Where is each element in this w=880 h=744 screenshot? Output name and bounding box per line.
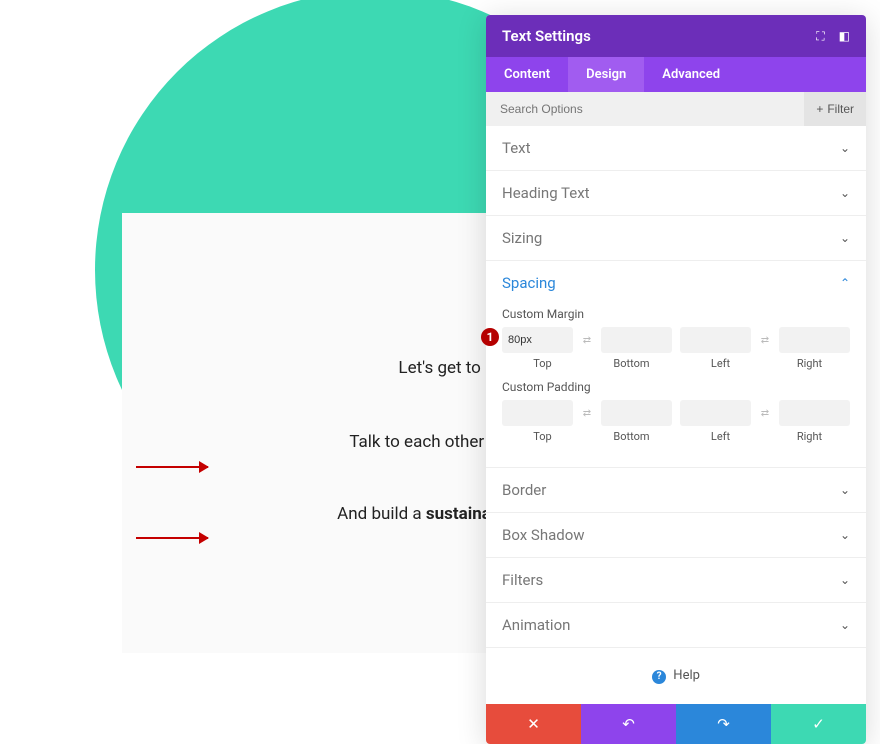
chevron-down-icon: ⌄ [840, 231, 850, 245]
chevron-down-icon: ⌄ [840, 186, 850, 200]
section-header-animation[interactable]: Animation ⌄ [486, 603, 866, 647]
section-label-boxshadow: Box Shadow [502, 526, 585, 544]
margin-bottom-input[interactable] [601, 327, 672, 353]
section-filters: Filters ⌄ [486, 558, 866, 603]
save-button[interactable]: ✓ [771, 704, 866, 744]
help-label: Help [673, 668, 700, 683]
label-left: Left [680, 357, 761, 370]
section-label-spacing: Spacing [502, 274, 556, 292]
section-label-animation: Animation [502, 616, 570, 634]
undo-button[interactable]: ↶ [581, 704, 676, 744]
padding-sub-labels: Top Bottom Left Right [502, 430, 850, 443]
section-label-filters: Filters [502, 571, 543, 589]
section-header-heading[interactable]: Heading Text ⌄ [486, 171, 866, 215]
margin-left-input[interactable] [680, 327, 751, 353]
cancel-button[interactable]: ✕ [486, 704, 581, 744]
expand-icon[interactable]: ⛶ [816, 29, 824, 44]
tab-content[interactable]: Content [486, 57, 568, 92]
annotation-arrow-2 [136, 537, 208, 539]
chevron-down-icon: ⌄ [840, 618, 850, 632]
label-top: Top [502, 430, 583, 443]
label-left: Left [680, 430, 761, 443]
section-label-sizing: Sizing [502, 229, 542, 247]
settings-panel: Text Settings ⛶ ◧ Content Design Advance… [486, 15, 866, 744]
padding-bottom-input[interactable] [601, 400, 672, 426]
search-row: + Filter [486, 92, 866, 126]
section-border: Border ⌄ [486, 468, 866, 513]
custom-padding-label: Custom Padding [502, 380, 850, 394]
chevron-down-icon: ⌄ [840, 573, 850, 587]
label-top: Top [502, 357, 583, 370]
snap-icon[interactable]: ◧ [839, 29, 850, 44]
chevron-down-icon: ⌄ [840, 483, 850, 497]
section-text: Text ⌄ [486, 126, 866, 171]
section-boxshadow: Box Shadow ⌄ [486, 513, 866, 558]
label-bottom: Bottom [591, 357, 672, 370]
panel-footer: ✕ ↶ ↷ ✓ [486, 704, 866, 744]
section-label-border: Border [502, 481, 546, 499]
section-label-heading: Heading Text [502, 184, 590, 202]
margin-input-row: ⇄ ⇄ [502, 327, 850, 353]
panel-header-actions: ⛶ ◧ [816, 29, 850, 44]
margin-sub-labels: Top Bottom Left Right [502, 357, 850, 370]
redo-button[interactable]: ↷ [676, 704, 771, 744]
padding-input-row: ⇄ ⇄ [502, 400, 850, 426]
link-icon[interactable]: ⇄ [577, 400, 597, 426]
section-spacing: Spacing ⌃ Custom Margin ⇄ ⇄ [486, 261, 866, 468]
padding-top-input[interactable] [502, 400, 573, 426]
link-icon[interactable]: ⇄ [755, 400, 775, 426]
annotation-arrow-1 [136, 466, 208, 468]
label-right: Right [769, 357, 850, 370]
section-label-text: Text [502, 139, 531, 157]
chevron-down-icon: ⌄ [840, 141, 850, 155]
plus-icon: + [816, 102, 823, 116]
chevron-up-icon: ⌃ [840, 276, 850, 290]
tab-advanced[interactable]: Advanced [644, 57, 738, 92]
section-header-filters[interactable]: Filters ⌄ [486, 558, 866, 602]
custom-margin-label: Custom Margin [502, 307, 850, 321]
content-line-3-prefix: And build a [337, 504, 426, 524]
section-header-border[interactable]: Border ⌄ [486, 468, 866, 512]
link-icon[interactable]: ⇄ [577, 327, 597, 353]
spacing-body: Custom Margin ⇄ ⇄ Top Bottom [486, 307, 866, 467]
filter-label: Filter [827, 102, 854, 116]
section-header-boxshadow[interactable]: Box Shadow ⌄ [486, 513, 866, 557]
section-animation: Animation ⌄ [486, 603, 866, 648]
padding-right-input[interactable] [779, 400, 850, 426]
panel-title: Text Settings [502, 27, 591, 45]
section-header-sizing[interactable]: Sizing ⌄ [486, 216, 866, 260]
label-bottom: Bottom [591, 430, 672, 443]
sections-list: Text ⌄ Heading Text ⌄ Sizing ⌄ Spacing ⌃… [486, 126, 866, 648]
margin-right-input[interactable] [779, 327, 850, 353]
section-heading: Heading Text ⌄ [486, 171, 866, 216]
label-right: Right [769, 430, 850, 443]
section-sizing: Sizing ⌄ [486, 216, 866, 261]
help-row[interactable]: ? Help [486, 648, 866, 704]
help-icon: ? [652, 670, 666, 684]
link-icon[interactable]: ⇄ [755, 327, 775, 353]
search-input[interactable] [486, 92, 804, 126]
panel-tabs: Content Design Advanced [486, 57, 866, 92]
tab-design[interactable]: Design [568, 57, 644, 92]
panel-header: Text Settings ⛶ ◧ [486, 15, 866, 57]
margin-top-input[interactable] [502, 327, 573, 353]
chevron-down-icon: ⌄ [840, 528, 850, 542]
filter-button[interactable]: + Filter [804, 92, 866, 126]
padding-left-input[interactable] [680, 400, 751, 426]
section-header-spacing[interactable]: Spacing ⌃ [486, 261, 866, 305]
annotation-marker-1: 1 [481, 328, 499, 346]
section-header-text[interactable]: Text ⌄ [486, 126, 866, 170]
